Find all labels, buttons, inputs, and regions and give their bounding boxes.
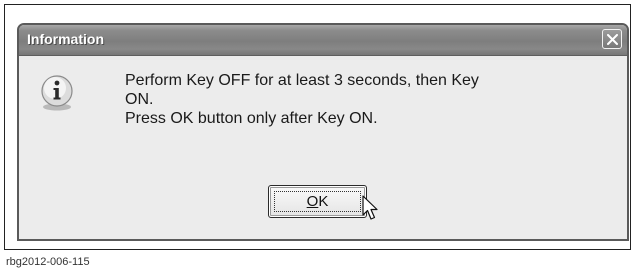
dialog-titlebar[interactable]: Information [19, 25, 627, 56]
dialog-title: Information [27, 31, 104, 47]
dialog-content: Perform Key OFF for at least 3 seconds, … [19, 56, 627, 239]
information-icon [41, 75, 73, 111]
ok-label-rest: K [318, 193, 329, 210]
pointer-cursor-icon [362, 195, 378, 220]
message-line: Press OK button only after Key ON. [125, 110, 378, 127]
ok-button-label: OK [269, 193, 366, 210]
figure-caption: rbg2012-006-115 [6, 256, 90, 268]
dialog-message: Perform Key OFF for at least 3 seconds, … [125, 71, 565, 128]
close-button[interactable] [602, 29, 622, 49]
message-line: Perform Key OFF for at least 3 seconds, … [125, 72, 479, 89]
figure-frame: Information Perform Key OFF for at least… [4, 4, 631, 250]
ok-mnemonic: O [306, 193, 319, 210]
ok-button[interactable]: OK [268, 185, 367, 218]
information-dialog: Information Perform Key OFF for at least… [17, 23, 629, 241]
message-line: ON. [125, 91, 154, 108]
close-icon [607, 34, 618, 45]
